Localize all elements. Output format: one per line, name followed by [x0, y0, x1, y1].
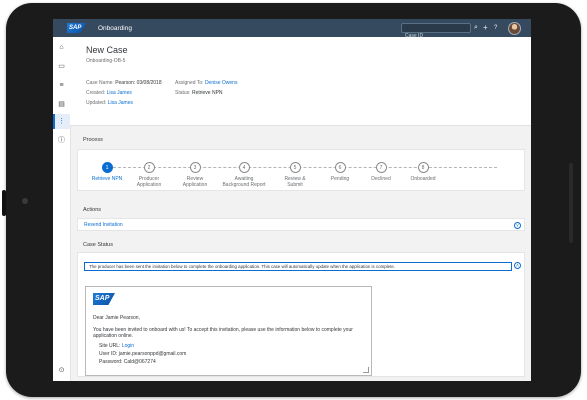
page-subtitle: Onboarding-OB-5	[86, 58, 126, 64]
password-label: Password:	[99, 359, 123, 365]
status-message: The producer has been sent the invitatio…	[84, 262, 512, 271]
created-value-link[interactable]: Lisa James	[107, 90, 132, 96]
collapse-icon[interactable]: ˄	[514, 262, 521, 269]
actions-label: Actions	[83, 207, 102, 213]
avatar[interactable]	[508, 22, 521, 35]
side-button	[2, 190, 6, 216]
step-number: 1	[101, 162, 113, 173]
case-status-card: The producer has been sent the invitatio…	[77, 252, 525, 377]
sap-logo: SAP	[67, 23, 86, 33]
status-row: Status: Retrieve NPN	[175, 90, 223, 96]
step-number: 3	[189, 162, 201, 173]
object-header: New Case Onboarding-OB-5 Case Name: Pear…	[70, 37, 531, 126]
email-preview[interactable]: SAP Dear Jamie Pearson, You have been in…	[85, 286, 372, 376]
step-number: 2	[143, 162, 155, 173]
question-icon[interactable]: ⓘ	[56, 135, 67, 146]
resend-invitation-link[interactable]: Resend Invitation	[84, 222, 123, 228]
case-name-row: Case Name: Pearson: 03/08/2018	[86, 80, 162, 86]
assigned-label: Assigned To:	[175, 80, 204, 86]
camera-dot	[22, 198, 28, 204]
status-label: Status:	[175, 90, 191, 96]
home-slot	[569, 163, 573, 243]
search-field[interactable]	[401, 23, 471, 40]
step-number: 4	[238, 162, 250, 173]
resize-handle[interactable]	[363, 367, 369, 373]
process-label: Process	[83, 137, 103, 143]
home-icon[interactable]: ⌂	[56, 42, 67, 53]
case-name-label: Case Name:	[86, 80, 114, 86]
email-user-row: User ID: jamie.pearsonppd@gmail.com	[99, 351, 361, 357]
actions-card: Resend Invitation ˅	[77, 218, 525, 231]
email-password-row: Password: Cald@067274	[99, 359, 361, 365]
help-icon[interactable]: ?	[494, 23, 497, 33]
document-icon[interactable]: ▤	[56, 99, 67, 110]
list-icon[interactable]: ≡	[56, 80, 67, 91]
site-url-link[interactable]: Login	[122, 343, 134, 349]
left-navigation: ⌂ ▭ ≡ ▤ ⋮ ⓘ ⊙	[53, 37, 71, 381]
updated-row: Updated: Lisa James	[86, 100, 133, 106]
process-card: 1 Retrieve NPN 2 Producer Application 3 Revie…	[77, 149, 525, 191]
add-icon[interactable]: +	[483, 23, 488, 33]
case-name-value: Pearson: 03/08/2018	[115, 80, 162, 86]
site-url-label: Site URL:	[99, 343, 121, 349]
app-title: Onboarding	[98, 24, 132, 32]
expand-icon[interactable]: ˅	[514, 222, 521, 229]
shell-bar: SAP Onboarding ⌕ + ?	[53, 19, 531, 40]
step-number: 8	[417, 162, 429, 173]
created-row: Created: Lisa James	[86, 90, 132, 96]
updated-label: Updated:	[86, 100, 107, 106]
updated-value-link[interactable]: Lisa James	[108, 100, 133, 106]
case-status-label: Case Status	[83, 242, 113, 248]
created-label: Created:	[86, 90, 106, 96]
assigned-value-link[interactable]: Denise Owens	[205, 80, 238, 86]
step-number: 7	[375, 162, 387, 173]
email-site-row: Site URL: Login	[99, 343, 361, 349]
screen: SAP Onboarding ⌕ + ? ⌂ ▭ ≡ ▤ ⋮ ⓘ ⊙ New C…	[53, 19, 531, 381]
process-list-icon[interactable]: ⋮	[56, 116, 67, 127]
step-number: 6	[334, 162, 346, 173]
step-label: Onboarded	[410, 176, 436, 182]
process-step[interactable]: 8 Onboarded	[393, 162, 453, 182]
step-number: 5	[289, 162, 301, 173]
email-body: You have been invited to onboard with us…	[93, 327, 353, 339]
assigned-row: Assigned To: Denise Owens	[175, 80, 237, 86]
user-id-value: jamie.pearsonppd@gmail.com	[118, 351, 187, 357]
inbox-icon[interactable]: ▭	[56, 61, 67, 72]
password-value: Cald@067274	[123, 359, 156, 365]
user-id-label: User ID:	[99, 351, 118, 357]
status-value: Retrieve NPN	[191, 90, 223, 96]
search-icon[interactable]: ⌕	[474, 23, 478, 33]
email-greeting: Dear Jamie Pearson,	[93, 315, 140, 321]
email-sap-logo: SAP	[93, 293, 115, 305]
settings-icon[interactable]: ⊙	[56, 365, 67, 376]
page-title: New Case	[86, 45, 128, 55]
